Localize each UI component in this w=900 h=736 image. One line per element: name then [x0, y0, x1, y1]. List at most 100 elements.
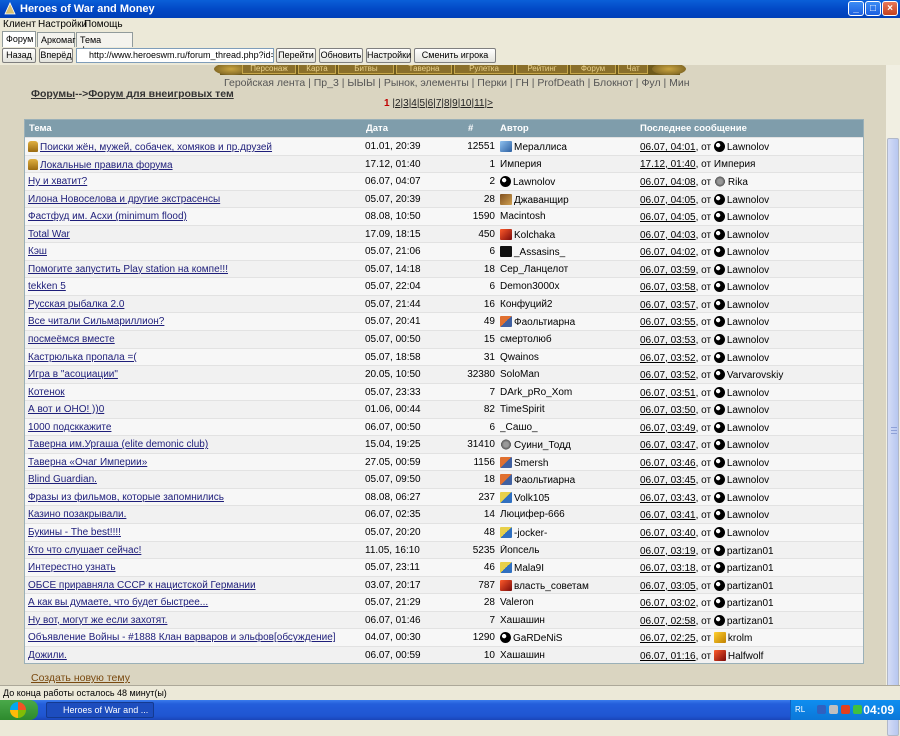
topic-link[interactable]: Дожили. — [28, 650, 358, 661]
author-name[interactable]: Империя — [500, 159, 542, 170]
topic-link[interactable]: Казино позакрывали. — [28, 509, 358, 520]
author-name[interactable]: Йопсель — [500, 545, 539, 556]
last-author-name[interactable]: Lawnolov — [727, 142, 769, 153]
last-author-name[interactable]: partizan01 — [727, 563, 774, 574]
nav-forum[interactable]: Форум — [570, 65, 616, 74]
last-author-name[interactable]: Lawnolov — [727, 510, 769, 521]
author-name[interactable]: Volk105 — [514, 493, 550, 504]
author-name[interactable]: Люцифер-666 — [500, 509, 565, 520]
last-message-link[interactable]: 17.12, 01:40 — [640, 159, 696, 170]
author-name[interactable]: Valeron — [500, 597, 534, 608]
author-name[interactable]: власть_советам — [514, 581, 589, 592]
quick-links[interactable]: Геройская лента | Пр_3 | ЫЫЫ | Рынок, эл… — [224, 77, 690, 89]
last-author-name[interactable]: Lawnolov — [727, 528, 769, 539]
topic-link[interactable]: 1000 подсккажите — [28, 422, 358, 433]
author-name[interactable]: Суини_Тодд — [514, 440, 571, 451]
language-indicator[interactable]: RL — [795, 705, 805, 714]
menu-client[interactable]: Клиент — [3, 19, 36, 30]
last-author-name[interactable]: Lawnolov — [727, 230, 769, 241]
author-name[interactable]: DArk_pRo_Xom — [500, 387, 572, 398]
author-name[interactable]: Qwainos — [500, 352, 539, 363]
nav-battles[interactable]: Битвы — [338, 65, 394, 74]
last-message-link[interactable]: 06.07, 03:40 — [640, 528, 696, 539]
page-scrollbar[interactable] — [886, 65, 900, 736]
last-author-name[interactable]: Lawnolov — [727, 335, 769, 346]
topic-link[interactable]: Объявление Войны - #1888 Клан варваров и… — [28, 632, 358, 643]
tray-app-icon[interactable] — [853, 705, 862, 714]
refresh-button[interactable]: Обновить — [319, 48, 363, 63]
nav-chat[interactable]: Чат — [618, 65, 648, 74]
topic-link[interactable]: Илона Новоселова и другие экстрасенсы — [28, 194, 358, 205]
author-name[interactable]: Smersh — [514, 458, 548, 469]
author-cell[interactable]: _Assasins_ — [500, 246, 635, 258]
taskbar-window-item[interactable]: Heroes of War and ... — [46, 702, 154, 718]
topic-link[interactable]: посмеёмся вместе — [28, 334, 358, 345]
author-cell[interactable]: Lawnolov — [500, 176, 635, 188]
last-author-name[interactable]: Lawnolov — [727, 475, 769, 486]
author-name[interactable]: TimeSpirit — [500, 404, 545, 415]
last-message-link[interactable]: 06.07, 04:08 — [640, 177, 696, 188]
last-author-name[interactable]: Lawnolov — [727, 300, 769, 311]
topic-link[interactable]: Кто что слушает сейчас! — [28, 545, 358, 556]
last-message-link[interactable]: 06.07, 03:18 — [640, 563, 696, 574]
last-message-link[interactable]: 06.07, 03:05 — [640, 581, 696, 592]
last-message-link[interactable]: 06.07, 03:57 — [640, 300, 696, 311]
author-cell[interactable]: Хашашин — [500, 615, 635, 626]
last-author-name[interactable]: Lawnolov — [727, 458, 769, 469]
topic-link[interactable]: Таверна им.Ургаша (elite demonic club) — [28, 439, 358, 450]
author-name[interactable]: Хашашин — [500, 650, 545, 661]
last-author-name[interactable]: Lawnolov — [727, 493, 769, 504]
topic-link[interactable]: Фразы из фильмов, которые запомнились — [28, 492, 358, 503]
topic-link[interactable]: Игра в "асоциации" — [28, 369, 358, 380]
author-cell[interactable]: TimeSpirit — [500, 404, 635, 415]
last-author-name[interactable]: Lawnolov — [727, 388, 769, 399]
author-name[interactable]: Mala9I — [514, 563, 544, 574]
tray-security-icon[interactable] — [841, 705, 850, 714]
author-cell[interactable]: Фаольтиарна — [500, 316, 635, 328]
last-author-name[interactable]: Lawnolov — [727, 423, 769, 434]
topic-link[interactable]: Кэш — [28, 246, 358, 257]
last-message-link[interactable]: 06.07, 03:52 — [640, 370, 696, 381]
topic-link[interactable]: Котенок — [28, 387, 358, 398]
topic-link[interactable]: А вот и ОНО! ))0 — [28, 404, 358, 415]
last-author-name[interactable]: Lawnolov — [727, 247, 769, 258]
author-cell[interactable]: Хашашин — [500, 650, 635, 661]
last-author-name[interactable]: Varvarovskiy — [727, 370, 784, 381]
last-author-name[interactable]: Lawnolov — [727, 317, 769, 328]
menu-settings[interactable]: Настройки — [38, 19, 87, 30]
topic-link[interactable]: Ну и хватит? — [28, 176, 358, 187]
last-message-link[interactable]: 06.07, 03:55 — [640, 317, 696, 328]
author-name[interactable]: смертолюб — [500, 334, 552, 345]
author-cell[interactable]: Smersh — [500, 456, 635, 469]
last-author-name[interactable]: Империя — [714, 159, 756, 170]
last-message-link[interactable]: 06.07, 04:02 — [640, 247, 696, 258]
last-author-name[interactable]: Lawnolov — [727, 405, 769, 416]
last-message-link[interactable]: 06.07, 02:58 — [640, 616, 696, 627]
last-message-link[interactable]: 06.07, 03:53 — [640, 335, 696, 346]
last-message-link[interactable]: 06.07, 03:59 — [640, 265, 696, 276]
last-message-link[interactable]: 06.07, 03:52 — [640, 353, 696, 364]
last-author-name[interactable]: Lawnolov — [727, 265, 769, 276]
author-name[interactable]: _Сашо_ — [500, 422, 538, 433]
last-author-name[interactable]: Lawnolov — [727, 195, 769, 206]
author-name[interactable]: Фаольтиарна — [514, 317, 575, 328]
author-name[interactable]: Demon3000x — [500, 281, 559, 292]
last-message-link[interactable]: 06.07, 04:05 — [640, 212, 696, 223]
tab-forum[interactable]: Форум — [2, 31, 36, 47]
last-message-link[interactable]: 06.07, 03:02 — [640, 598, 696, 609]
last-message-link[interactable]: 06.07, 04:03 — [640, 230, 696, 241]
topic-link[interactable]: Таверна «Очаг Империи» — [28, 457, 358, 468]
author-name[interactable]: Kolchaka — [514, 230, 555, 241]
last-message-link[interactable]: 06.07, 03:41 — [640, 510, 696, 521]
topic-link[interactable]: Локальные правила форума — [28, 158, 358, 171]
author-cell[interactable]: Империя — [500, 159, 635, 170]
last-message-link[interactable]: 06.07, 03:45 — [640, 475, 696, 486]
last-author-name[interactable]: Lawnolov — [727, 282, 769, 293]
breadcrumb-forums[interactable]: Форумы — [31, 88, 75, 100]
topic-link[interactable]: Букины - The best!!!! — [28, 527, 358, 538]
topic-link[interactable]: ОБСЕ приравняла СССР к нацистской Герман… — [28, 580, 358, 591]
topic-link[interactable]: Все читали Сильмариллион? — [28, 316, 358, 327]
tab-arcomage[interactable]: Аркомаг — [37, 32, 76, 47]
tray-network-icon[interactable] — [817, 705, 826, 714]
start-button[interactable] — [0, 700, 38, 720]
